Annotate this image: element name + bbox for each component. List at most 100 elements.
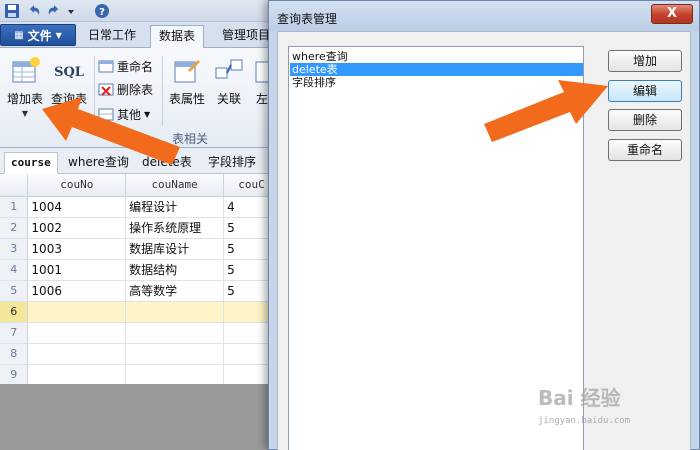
dropdown-icon[interactable] xyxy=(66,3,76,19)
delete-table-label: 删除表 xyxy=(117,82,154,97)
table-cell[interactable]: 1003 xyxy=(27,238,127,260)
rename-label: 重命名 xyxy=(117,59,154,74)
grid-corner[interactable] xyxy=(0,174,29,197)
row-number[interactable]: 4 xyxy=(0,259,29,281)
dialog-body: where查询 delete表 字段排序 增加 编辑 删除 重命名 xyxy=(277,31,691,450)
table-cell[interactable] xyxy=(125,301,225,323)
other-label: 其他 xyxy=(117,107,142,122)
query-table-manager-dialog: 查询表管理 X where查询 delete表 字段排序 增加 编辑 删除 重命… xyxy=(268,0,700,450)
relation-icon xyxy=(214,56,244,86)
delete-table-button[interactable]: 删除表 xyxy=(98,79,153,99)
table-cell[interactable]: 1001 xyxy=(27,259,127,281)
table-props-icon xyxy=(172,56,202,86)
rename-button[interactable]: 重命名 xyxy=(608,139,682,161)
table-cell[interactable] xyxy=(27,364,127,386)
table-props-button[interactable]: 表属性 xyxy=(166,54,208,124)
list-item-selected[interactable]: delete表 xyxy=(290,63,583,76)
ribbon-tab-strip: ▦ 文件 ▼ 日常工作 数据表 管理项目 xyxy=(0,22,280,49)
table-row[interactable]: 2 1002 操作系统原理 5 xyxy=(0,217,280,239)
add-table-icon xyxy=(10,56,40,86)
file-menu-label: 文件 xyxy=(27,28,52,43)
row-number[interactable]: 3 xyxy=(0,238,29,260)
file-menu-button[interactable]: ▦ 文件 ▼ xyxy=(0,24,76,46)
tab-where-query[interactable]: where查询 xyxy=(62,152,135,174)
query-table-label: 查询表 xyxy=(50,92,87,106)
table-props-label: 表属性 xyxy=(168,92,205,106)
ribbon-separator xyxy=(162,56,163,126)
redo-icon[interactable] xyxy=(46,3,62,19)
row-number[interactable]: 5 xyxy=(0,280,29,302)
table-cell[interactable] xyxy=(27,301,127,323)
rename-icon xyxy=(98,58,114,74)
row-number[interactable]: 7 xyxy=(0,322,29,344)
other-button[interactable]: 其他 ▼ xyxy=(98,104,150,124)
table-row[interactable]: 9 xyxy=(0,364,280,386)
table-row[interactable]: 1 1004 编程设计 4 xyxy=(0,196,280,218)
table-cell[interactable] xyxy=(125,364,225,386)
relation-button[interactable]: 关联 xyxy=(208,54,250,124)
tab-field-sort[interactable]: 字段排序 xyxy=(202,152,262,174)
table-cell[interactable] xyxy=(125,322,225,344)
edit-button[interactable]: 编辑 xyxy=(608,80,682,102)
dialog-title: 查询表管理 xyxy=(277,12,338,26)
list-item[interactable]: where查询 xyxy=(290,50,583,63)
row-number[interactable]: 6 xyxy=(0,301,29,323)
table-cell[interactable]: 高等数学 xyxy=(125,280,225,302)
add-button[interactable]: 增加 xyxy=(608,50,682,72)
svg-text:?: ? xyxy=(99,7,105,18)
sql-icon-text: SQL xyxy=(54,65,84,80)
chevron-down-icon: ▼ xyxy=(55,30,62,40)
help-icon[interactable]: ? xyxy=(94,3,110,19)
column-header[interactable]: couName xyxy=(125,174,225,197)
table-row[interactable]: 4 1001 数据结构 5 xyxy=(0,259,280,281)
chevron-down-icon: ▼ xyxy=(144,109,151,119)
table-cell[interactable]: 操作系统原理 xyxy=(125,217,225,239)
query-list[interactable]: where查询 delete表 字段排序 xyxy=(288,46,584,450)
data-table: couNo couName couC 1 1004 编程设计 4 2 1002 … xyxy=(0,174,280,386)
rename-button[interactable]: 重命名 xyxy=(98,56,153,76)
table-cell[interactable]: 数据库设计 xyxy=(125,238,225,260)
tab-delete-table[interactable]: delete表 xyxy=(136,152,198,174)
column-header[interactable]: couNo xyxy=(27,174,127,197)
table-row[interactable]: 5 1006 高等数学 5 xyxy=(0,280,280,302)
row-number[interactable]: 8 xyxy=(0,343,29,365)
table-cell[interactable] xyxy=(27,322,127,344)
chevron-down-icon: ▼ xyxy=(21,109,29,118)
document-tabs: course where查询 delete表 字段排序 xyxy=(0,150,280,174)
table-row[interactable]: 7 xyxy=(0,322,280,344)
table-cell[interactable]: 数据结构 xyxy=(125,259,225,281)
save-icon[interactable] xyxy=(4,3,20,19)
other-icon xyxy=(98,106,114,122)
ribbon-separator xyxy=(94,56,95,126)
tab-course[interactable]: course xyxy=(4,152,58,174)
row-number[interactable]: 9 xyxy=(0,364,29,386)
table-cell[interactable]: 1004 xyxy=(27,196,127,218)
add-table-label: 增加表 xyxy=(6,92,43,106)
table-row-selected[interactable]: 6 xyxy=(0,301,280,323)
ribbon-panel: 增加表 ▼ SQL 查询表 重命名 删除表 其他 ▼ 表属性 关联 左 表相关 xyxy=(0,48,280,148)
list-item[interactable]: 字段排序 xyxy=(290,76,583,89)
tab-data-table[interactable]: 数据表 xyxy=(150,25,205,49)
query-table-button[interactable]: SQL 查询表 xyxy=(48,54,90,124)
table-cell[interactable]: 1006 xyxy=(27,280,127,302)
table-cell[interactable] xyxy=(27,343,127,365)
table-row[interactable]: 8 xyxy=(0,343,280,365)
delete-table-icon xyxy=(98,81,114,97)
table-row[interactable]: 3 1003 数据库设计 5 xyxy=(0,238,280,260)
tab-daily-work[interactable]: 日常工作 xyxy=(80,25,144,47)
ribbon-group-label: 表相关 xyxy=(171,132,208,146)
undo-icon[interactable] xyxy=(26,3,42,19)
close-icon: X xyxy=(666,6,678,21)
dialog-titlebar[interactable]: 查询表管理 X xyxy=(269,1,699,31)
table-cell[interactable] xyxy=(125,343,225,365)
relation-label: 关联 xyxy=(216,92,241,106)
data-grid[interactable]: couNo couName couC 1 1004 编程设计 4 2 1002 … xyxy=(0,174,280,386)
row-number[interactable]: 2 xyxy=(0,217,29,239)
table-cell[interactable]: 编程设计 xyxy=(125,196,225,218)
file-menu-icon: ▦ xyxy=(14,29,24,41)
table-cell[interactable]: 1002 xyxy=(27,217,127,239)
close-button[interactable]: X xyxy=(651,4,693,24)
add-table-button[interactable]: 增加表 ▼ xyxy=(4,54,46,124)
delete-button[interactable]: 删除 xyxy=(608,109,682,131)
row-number[interactable]: 1 xyxy=(0,196,29,218)
